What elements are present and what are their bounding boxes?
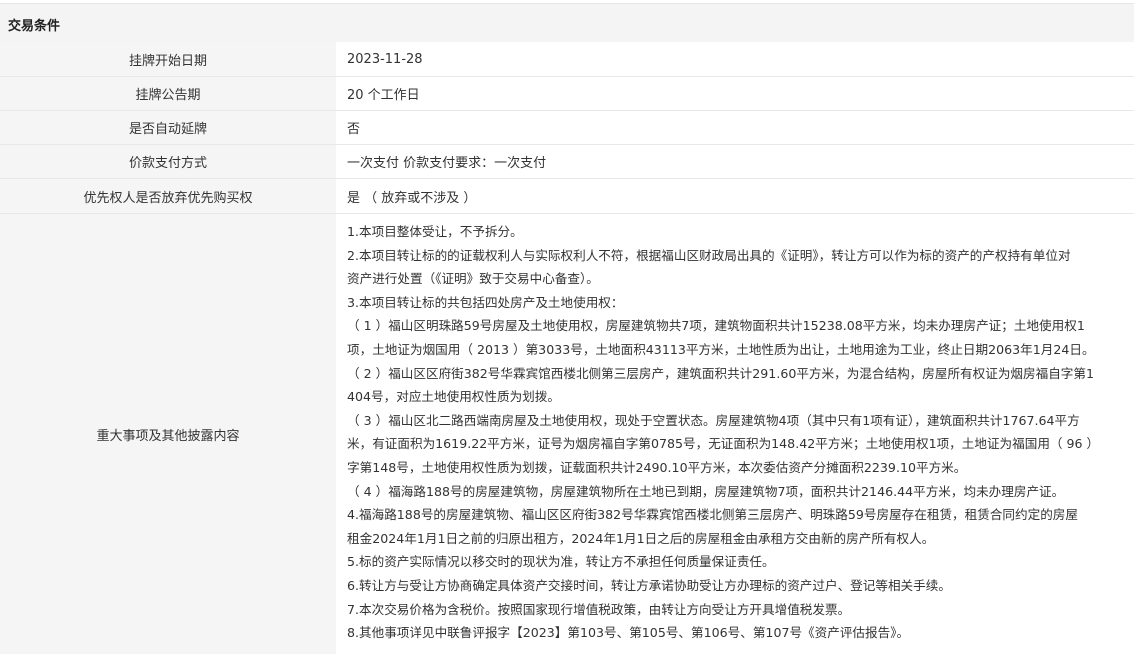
disclosure-line: 7.本次交易价格为含税价。按照国家现行增值税政策，由转让方向受让方开具增值税发票…: [347, 601, 851, 617]
disclosure-line: 8.其他事项详见中联鲁评报字【2023】第103号、第105号、第106号、第1…: [347, 625, 910, 641]
disclosure-line: （ 2 ）福山区区府街382号华霖宾馆西楼北侧第三层房产，建筑面积共计291.6…: [347, 365, 1095, 381]
row-label: 重大事项及其他披露内容: [0, 214, 336, 654]
disclosure-line: （ 4 ）福海路188号的房屋建筑物，房屋建筑物所在土地已到期，房屋建筑物7项，…: [347, 483, 1065, 499]
row-major-disclosures: 重大事项及其他披露内容 1.本项目整体受让，不予拆分。 2.本项目转让标的的证载…: [0, 214, 1134, 654]
row-label: 是否自动延牌: [0, 111, 336, 144]
trade-conditions-panel: 交易条件 挂牌开始日期 2023-11-28 挂牌公告期 20 个工作日 是否自…: [0, 0, 1134, 654]
disclosure-line: 4.福海路188号的房屋建筑物、福山区区府街382号华霖宾馆西楼北侧第三层房产、…: [347, 507, 1078, 523]
disclosure-line: 项，土地证为烟国用（ 2013 ）第3033号，土地面积43113平方米，土地性…: [347, 341, 1095, 357]
disclosure-line: 米，有证面积为1619.22平方米，证号为烟房福自字第0785号，无证面积为14…: [347, 436, 1100, 452]
disclosure-content: 1.本项目整体受让，不予拆分。 2.本项目转让标的的证载权利人与实际权利人不符，…: [336, 214, 1134, 654]
disclosure-line: 2.本项目转让标的的证载权利人与实际权利人不符，根据福山区财政局出具的《证明》，…: [347, 247, 1071, 263]
row-preemptive-right: 优先权人是否放弃优先购买权 是 （ 放弃或不涉及 ）: [0, 179, 1134, 214]
disclosure-line: 5.标的资产实际情况以移交时的现状为准，转让方不承担任何质量保证责任。: [347, 554, 775, 570]
disclosure-line: （ 3 ）福山区北二路西端南房屋及土地使用权，现处于空置状态。房屋建筑物4项（其…: [347, 412, 1080, 428]
section-title: 交易条件: [8, 19, 61, 34]
disclosure-line: 1.本项目整体受让，不予拆分。: [347, 224, 523, 239]
row-label: 挂牌开始日期: [0, 42, 336, 76]
disclosure-line: 租金2024年1月1日之前的归原出租方，2024年1月1日之后的房屋租金由承租方…: [347, 530, 935, 546]
row-label: 优先权人是否放弃优先购买权: [0, 179, 336, 213]
row-label: 挂牌公告期: [0, 77, 336, 110]
disclosure-line: 404号，对应土地使用权性质为划拨。: [347, 389, 560, 405]
disclosure-line: 字第148号，土地使用权性质为划拨，证载面积共计2490.10平方米，本次委估资…: [347, 459, 967, 475]
row-listing-start-date: 挂牌开始日期 2023-11-28: [0, 42, 1134, 77]
disclosure-line: （ 1 ）福山区明珠路59号房屋及土地使用权，房屋建筑物共7项，建筑物面积共计1…: [347, 318, 1085, 334]
row-value: 一次支付 价款支付要求：一次支付: [347, 156, 547, 171]
row-value: 2023-11-28: [347, 51, 423, 67]
row-value: 20 个工作日: [347, 88, 420, 103]
row-value: 否: [347, 122, 361, 137]
row-payment-method: 价款支付方式 一次支付 价款支付要求：一次支付: [0, 145, 1134, 179]
row-value: 是 （ 放弃或不涉及 ）: [347, 190, 477, 206]
section-header: 交易条件: [0, 3, 1134, 42]
row-label: 价款支付方式: [0, 145, 336, 178]
disclosure-line: 3.本项目转让标的共包括四处房产及土地使用权：: [347, 294, 624, 310]
row-auto-extension: 是否自动延牌 否: [0, 111, 1134, 145]
disclosure-line: 6.转让方与受让方协商确定具体资产交接时间，转让方承诺协助受让方办理标的资产过户…: [347, 577, 951, 593]
row-listing-period: 挂牌公告期 20 个工作日: [0, 77, 1134, 111]
disclosure-line: 资产进行处置（《证明》致于交易中心备查）。: [347, 271, 599, 287]
